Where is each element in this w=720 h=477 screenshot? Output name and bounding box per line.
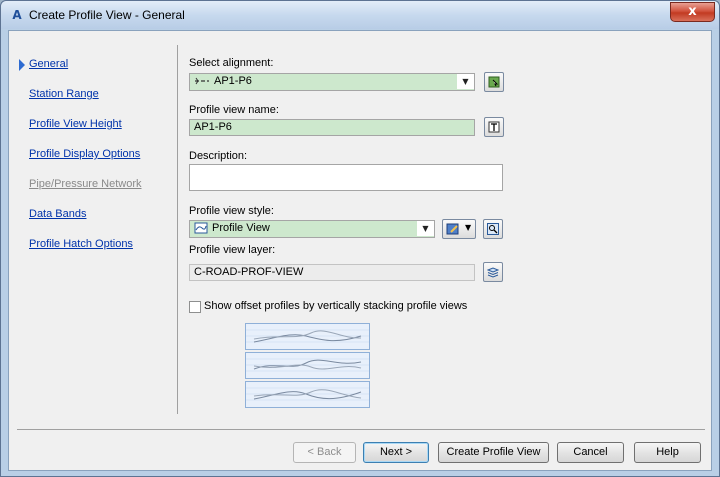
preview-style-button[interactable]	[483, 219, 503, 239]
cancel-button[interactable]: Cancel	[557, 442, 624, 463]
view-name-label: Profile view name:	[189, 104, 279, 116]
description-input[interactable]	[189, 164, 503, 191]
stacked-preview-bottom	[245, 381, 370, 408]
layer-button[interactable]	[483, 262, 503, 282]
stacked-preview-top	[245, 323, 370, 350]
create-profile-view-button[interactable]: Create Profile View	[438, 442, 549, 463]
pick-alignment-button[interactable]	[484, 72, 504, 92]
nav-station-range[interactable]: Station Range	[29, 88, 99, 100]
description-label: Description:	[189, 150, 248, 162]
close-button[interactable]: x	[670, 2, 715, 22]
help-button[interactable]: Help	[634, 442, 701, 463]
profile-preview-image	[246, 387, 369, 401]
style-value: Profile View	[212, 222, 270, 234]
alignment-icon	[195, 77, 209, 85]
next-button[interactable]: Next >	[363, 442, 429, 463]
style-edit-dropdown-button[interactable]: ▼	[442, 219, 476, 239]
layer-label: Profile view layer:	[189, 244, 276, 256]
active-page-arrow-icon	[19, 59, 25, 71]
profile-view-style-icon	[194, 222, 208, 234]
layer-field: C-ROAD-PROF-VIEW	[189, 264, 475, 281]
view-name-input[interactable]: AP1-P6	[189, 119, 475, 136]
nav-pipe-pressure-network: Pipe/Pressure Network	[29, 178, 142, 190]
stack-offset-label: Show offset profiles by vertically stack…	[204, 300, 468, 312]
stack-offset-checkbox[interactable]	[189, 301, 201, 313]
nav-profile-display-options[interactable]: Profile Display Options	[29, 148, 140, 160]
name-template-icon	[488, 121, 500, 133]
edit-name-template-button[interactable]	[484, 117, 504, 137]
nav-profile-hatch-options[interactable]: Profile Hatch Options	[29, 238, 133, 250]
horizontal-divider	[17, 429, 705, 430]
alignment-select[interactable]: AP1-P6 ▼	[189, 73, 475, 91]
nav-data-bands[interactable]: Data Bands	[29, 208, 86, 220]
dialog-window: A Create Profile View - General x Genera…	[0, 0, 720, 477]
title-bar[interactable]: A Create Profile View - General x	[1, 1, 719, 29]
window-title: Create Profile View - General	[29, 8, 185, 22]
back-button: < Back	[293, 442, 356, 463]
edit-style-icon	[446, 223, 459, 235]
nav-general[interactable]: General	[29, 58, 68, 70]
magnifier-icon	[487, 223, 499, 235]
dialog-client: General Station Range Profile View Heigh…	[8, 30, 712, 471]
alignment-label: Select alignment:	[189, 57, 274, 69]
layers-icon	[487, 267, 499, 278]
chevron-down-icon[interactable]: ▼	[417, 221, 434, 236]
nav-profile-view-height[interactable]: Profile View Height	[29, 118, 122, 130]
autocad-logo-icon: A	[12, 8, 22, 22]
vertical-divider	[177, 45, 178, 414]
chevron-down-icon: ▼	[465, 223, 472, 232]
style-select[interactable]: Profile View ▼	[189, 220, 435, 238]
pick-in-drawing-icon	[488, 76, 500, 88]
profile-preview-image	[246, 329, 369, 343]
stacked-preview-middle	[245, 352, 370, 379]
alignment-value: AP1-P6	[214, 75, 252, 87]
profile-preview-image	[246, 358, 369, 372]
style-label: Profile view style:	[189, 205, 274, 217]
chevron-down-icon[interactable]: ▼	[457, 74, 474, 89]
